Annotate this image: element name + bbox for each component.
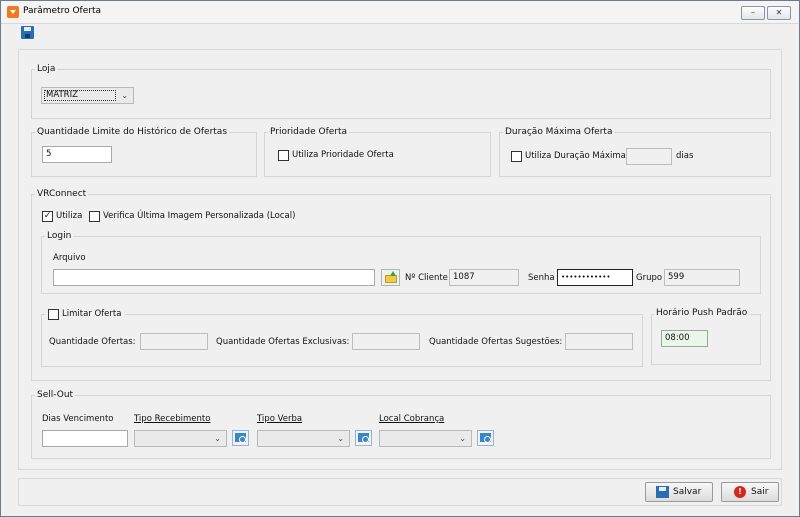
salvar-label: Salvar (673, 487, 702, 497)
tipo-verba-search-icon[interactable] (355, 430, 372, 446)
tipo-verba-label: Tipo Verba (257, 414, 303, 424)
duracao-unit: dias (676, 151, 694, 161)
utiliza-checkbox[interactable]: ✓ (42, 211, 53, 222)
duracao-input[interactable] (626, 148, 672, 165)
window-title: Parâmetro Oferta (23, 6, 101, 16)
local-cobranca-select[interactable]: ⌄ (379, 430, 472, 447)
horario-title: Horário Push Padrão (654, 308, 750, 318)
duracao-checkbox-label: Utiliza Duração Máxima (525, 151, 626, 161)
tipo-verba-select[interactable]: ⌄ (257, 430, 350, 447)
dias-vencimento-label: Dias Vencimento (42, 414, 114, 424)
sair-label: Sair (751, 487, 769, 497)
qtd-sugestoes-input[interactable] (565, 333, 633, 350)
chevron-down-icon: ⌄ (337, 434, 344, 443)
chevron-down-icon: ⌄ (214, 434, 221, 443)
duracao-checkbox[interactable] (511, 151, 522, 162)
tipo-recebimento-search-icon[interactable] (232, 430, 249, 446)
cliente-label: Nº Cliente (405, 273, 448, 283)
vrconnect-title: VRConnect (35, 189, 89, 199)
chevron-down-icon: ⌄ (121, 91, 128, 100)
grupo-label: Grupo (636, 273, 663, 283)
local-cobranca-search-icon[interactable] (477, 430, 494, 446)
chevron-down-icon: ⌄ (459, 434, 466, 443)
window-app-icon[interactable] (7, 6, 19, 18)
close-button[interactable]: ✕ (767, 6, 791, 20)
senha-input[interactable]: •••••••••••• (557, 269, 633, 286)
limitar-checkbox[interactable] (48, 309, 59, 320)
loja-select[interactable]: MATRIZ ⌄ (41, 87, 134, 104)
horario-input[interactable]: 08:00 (661, 330, 708, 347)
title-bar: Parâmetro Oferta – ✕ (1, 1, 799, 24)
verifica-imagem-checkbox[interactable] (89, 211, 100, 222)
duracao-title: Duração Máxima Oferta (503, 127, 615, 137)
tipo-recebimento-select[interactable]: ⌄ (134, 430, 227, 447)
sellout-title: Sell-Out (35, 390, 76, 400)
arquivo-input[interactable] (53, 269, 375, 286)
prioridade-checkbox-label: Utiliza Prioridade Oferta (292, 150, 394, 160)
verifica-imagem-label: Verifica Última Imagem Personalizada (Lo… (103, 211, 296, 221)
arquivo-label: Arquivo (53, 253, 86, 263)
minimize-button[interactable]: – (741, 6, 765, 20)
tipo-recebimento-label: Tipo Recebimento (134, 414, 211, 424)
toolbar-save-icon[interactable] (21, 26, 34, 39)
loja-group (31, 69, 771, 119)
window: Parâmetro Oferta – ✕ Loja MATRIZ ⌄ Quant… (0, 0, 800, 517)
senha-label: Senha (528, 273, 555, 283)
qtd-ofertas-label: Quantidade Ofertas: (49, 337, 136, 347)
sellout-group (31, 395, 771, 459)
floppy-disk-icon (656, 486, 669, 498)
qtd-limite-input[interactable]: 5 (42, 146, 112, 163)
sair-button[interactable]: ! Sair (721, 482, 779, 502)
qtd-ofertas-input[interactable] (140, 333, 208, 350)
qtd-exclusivas-input[interactable] (352, 333, 420, 350)
open-folder-icon[interactable] (381, 269, 400, 286)
prioridade-title: Prioridade Oferta (268, 127, 350, 137)
login-title: Login (45, 231, 74, 241)
qtd-exclusivas-label: Quantidade Ofertas Exclusivas: (216, 337, 350, 347)
cliente-input[interactable]: 1087 (449, 269, 519, 286)
grupo-input[interactable]: 599 (664, 269, 740, 286)
qtd-limite-title: Quantidade Limite do Histórico de Oferta… (35, 127, 230, 137)
local-cobranca-label: Local Cobrança (379, 414, 445, 424)
salvar-button[interactable]: Salvar (645, 482, 713, 502)
limitar-label: Limitar Oferta (62, 309, 122, 319)
loja-select-value: MATRIZ (46, 90, 78, 100)
qtd-sugestoes-label: Quantidade Ofertas Sugestões: (429, 337, 563, 347)
exit-icon: ! (734, 486, 746, 498)
loja-group-title: Loja (35, 64, 58, 74)
dias-vencimento-input[interactable] (42, 430, 128, 447)
utiliza-label: Utiliza (56, 211, 83, 221)
prioridade-checkbox[interactable] (278, 150, 289, 161)
